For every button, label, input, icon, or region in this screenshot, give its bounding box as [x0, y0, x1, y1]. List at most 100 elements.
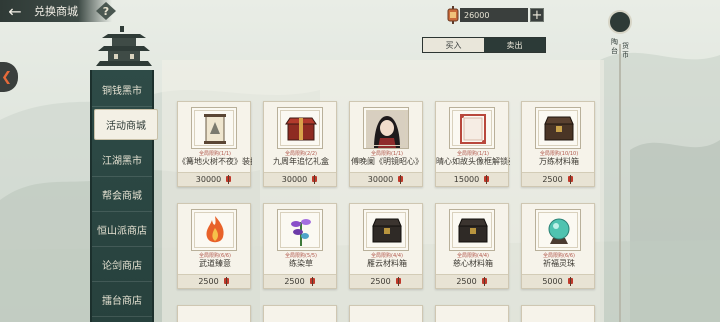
lantern-coin-icon [309, 277, 316, 286]
lantern-coin-icon [397, 175, 404, 184]
shop-category-nav: 铜钱黑市 活动商城 江湖黑市 帮会商城 恒山派商店 论剑商店 擂台商店 [90, 70, 158, 322]
price-bar: 2500 [522, 172, 594, 186]
chevron-left-icon: ❮ [1, 69, 12, 85]
nav-item-guild-shop[interactable]: 帮会商城 [92, 177, 152, 212]
item-thumbnail [363, 209, 409, 251]
flame-icon [206, 216, 224, 243]
price-bar: 2500 [178, 274, 250, 288]
item-card[interactable]: 全局限购(1/1) 《篝地火树不夜》装扮 30000 [177, 101, 252, 187]
item-price: 2500 [198, 277, 219, 286]
lantern-coin-icon [225, 175, 232, 184]
nav-item-jianghu-black-market[interactable]: 江湖黑市 [92, 142, 152, 177]
tab-sell[interactable]: 卖出 [484, 38, 545, 52]
pagoda-icon [96, 26, 152, 66]
price-bar: 5000 [522, 274, 594, 288]
nav-item-hengshan-shop[interactable]: 恒山派商店 [92, 212, 152, 247]
nav-item-label: 江湖黑市 [102, 155, 142, 167]
back-arrow-icon: ← [8, 1, 22, 21]
nav-item-label: 活动商城 [106, 121, 146, 132]
item-name: 慈心材料箱 [453, 259, 493, 268]
item-name: 雁云材料箱 [367, 259, 407, 268]
purple-herb-icon [291, 219, 311, 246]
lantern-coin-icon [567, 277, 574, 286]
currency-display: 26000 + [444, 6, 544, 24]
item-price: 30000 [367, 175, 394, 184]
rail-label-huo: 货 [622, 42, 629, 50]
item-price: 15000 [453, 175, 480, 184]
item-card[interactable] [349, 305, 423, 322]
nav-item-label: 帮会商城 [102, 190, 142, 202]
nav-item-label: 恒山派商店 [97, 225, 147, 237]
nav-item-label: 铜钱黑市 [102, 85, 142, 97]
item-thumbnail [363, 107, 409, 149]
nav-item-copper-black-market[interactable]: 铜钱黑市 [92, 72, 152, 107]
item-thumbnail [449, 209, 495, 251]
add-currency-button[interactable]: + [530, 8, 544, 23]
scroll-painting-icon [204, 114, 226, 144]
item-price: 2500 [456, 277, 477, 286]
item-price: 2500 [370, 277, 391, 286]
item-price: 5000 [542, 277, 563, 286]
item-thumbnail [191, 107, 237, 149]
rail-knob-icon[interactable] [608, 10, 632, 34]
item-card[interactable] [435, 305, 509, 322]
item-thumbnail [277, 209, 323, 251]
currency-amount: 26000 [460, 8, 528, 22]
buy-sell-toggle: 买入 卖出 [422, 37, 546, 53]
price-bar: 30000 [264, 172, 336, 186]
lantern-coin-icon [447, 6, 459, 24]
rail-label-tao: 陶 [611, 38, 618, 46]
page-title: 兑换商城 [34, 5, 78, 18]
price-bar: 2500 [350, 274, 422, 288]
item-card[interactable]: 全局限购(4/4) 慈心材料箱 2500 [435, 203, 509, 289]
lantern-coin-icon [483, 175, 490, 184]
lantern-coin-icon [311, 175, 318, 184]
item-name: 九周年追忆礼盒 [273, 157, 329, 166]
item-card[interactable] [177, 305, 251, 322]
jade-orb-icon [548, 218, 570, 244]
rail-label-tai: 台 [611, 47, 618, 55]
item-name: 练染草 [289, 259, 313, 268]
item-price: 30000 [281, 175, 308, 184]
item-name: 晴心如故头像框解锁券 [436, 157, 510, 166]
item-price: 2500 [284, 277, 305, 286]
material-chest-icon [458, 218, 488, 243]
back-button[interactable]: ← [0, 0, 30, 22]
nav-item-arena-shop[interactable]: 擂台商店 [92, 282, 152, 317]
item-card[interactable] [263, 305, 337, 322]
material-chest-icon [372, 218, 402, 243]
item-card[interactable]: 全局限购(1/1) 傅晚阑《明镜昭心》 30000 [349, 101, 423, 187]
title-bar: ← 兑换商城 [0, 0, 112, 22]
currency-rail: 陶 台 货 币 [606, 4, 634, 322]
red-gift-box-icon [285, 117, 317, 141]
item-name: 祈福灵珠 [543, 259, 575, 268]
question-icon: ? [102, 4, 110, 18]
price-bar: 2500 [264, 274, 336, 288]
nav-item-event-shop[interactable]: 活动商城 [94, 109, 158, 140]
item-thumbnail [535, 107, 581, 149]
lantern-coin-icon [395, 277, 402, 286]
item-card[interactable]: 全局限购(6/6) 武道臻意 2500 [177, 203, 251, 289]
avatar-frame-icon [460, 114, 486, 144]
item-name: 武道臻意 [199, 259, 231, 268]
item-price: 30000 [195, 175, 222, 184]
item-thumbnail [449, 107, 495, 149]
item-thumbnail [535, 209, 581, 251]
item-name: 傅晚阑《明镜昭心》 [351, 157, 423, 166]
rail-scroll-track[interactable] [619, 44, 621, 322]
rail-label-bi: 币 [622, 51, 629, 59]
item-card[interactable]: 全局限购(4/4) 雁云材料箱 2500 [349, 203, 423, 289]
character-portrait-icon [366, 110, 408, 148]
lantern-coin-icon [567, 175, 574, 184]
item-card[interactable]: 全局限购(5/5) 练染草 2500 [263, 203, 337, 289]
item-card[interactable]: 全局限购(1/1) 晴心如故头像框解锁券 15000 [435, 101, 510, 187]
nav-item-lunjian-shop[interactable]: 论剑商店 [92, 247, 152, 282]
item-card[interactable]: 全局限购(10/10) 万练材料箱 2500 [521, 101, 595, 187]
item-card[interactable]: 全局限购(6/6) 祈福灵珠 5000 [521, 203, 595, 289]
item-card[interactable]: 全局限购(2/2) 九周年追忆礼盒 30000 [263, 101, 337, 187]
item-price: 2500 [542, 175, 563, 184]
tab-buy[interactable]: 买入 [423, 38, 484, 52]
price-bar: 30000 [178, 172, 250, 186]
item-thumbnail [191, 209, 237, 251]
item-card[interactable] [521, 305, 595, 322]
